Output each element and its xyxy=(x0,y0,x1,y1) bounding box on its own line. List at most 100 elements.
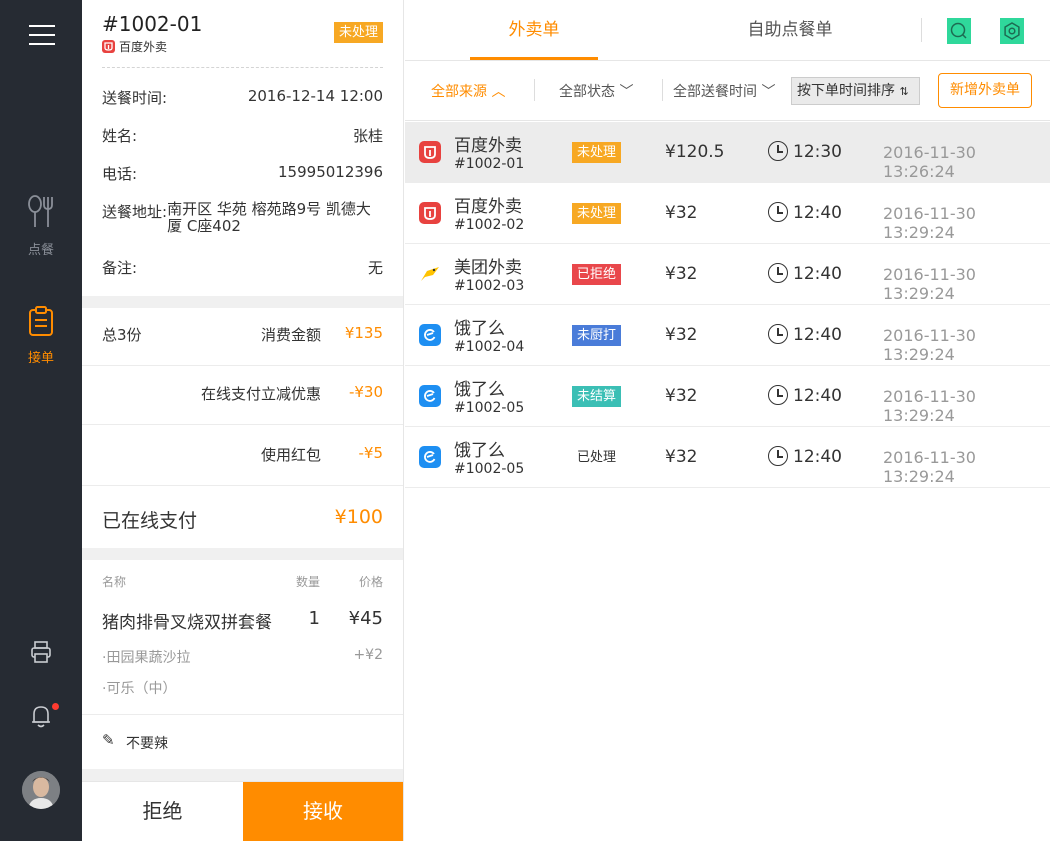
active-tab-indicator xyxy=(470,57,598,60)
delivery-time: 12:40 xyxy=(793,386,842,406)
order-price: ¥32 xyxy=(665,325,698,345)
sub-item-name: ·田园果蔬沙拉 xyxy=(102,650,191,666)
notification-dot xyxy=(52,703,59,710)
phone-label: 电话: xyxy=(102,165,138,183)
app: 点餐 接单 #1002-01 百度外卖 未处理 送餐时间: 2016-12-14… xyxy=(0,0,1050,841)
paid-amount: ¥100 xyxy=(334,506,383,528)
address-value: 南开区 华苑 榕苑路9号 凯德大厦 C座402 xyxy=(167,200,371,235)
eleme-logo-icon xyxy=(419,385,441,407)
baidu-waimai-logo-icon xyxy=(102,40,115,53)
sort-icon: ⇅ xyxy=(899,85,909,98)
status-badge: 未处理 xyxy=(572,142,622,163)
clock-icon xyxy=(768,446,788,466)
bell-icon[interactable] xyxy=(0,703,82,733)
total-label: 消费金额 xyxy=(260,326,321,344)
divider xyxy=(662,79,663,101)
name-label: 姓名: xyxy=(102,127,138,145)
items-header-name: 名称 xyxy=(102,575,127,589)
note-row: ✎ 不要辣 xyxy=(82,714,403,770)
status-badge: 已处理 xyxy=(577,450,617,465)
sub-item: ·可乐（中） xyxy=(102,678,383,698)
order-price: ¥32 xyxy=(665,203,698,223)
note-text: 不要辣 xyxy=(126,736,168,752)
discount-label: 在线支付立减优惠 xyxy=(200,385,321,403)
order-number: #1002-04 xyxy=(454,339,525,355)
order-price: ¥32 xyxy=(665,386,698,406)
baidu-logo-icon xyxy=(419,202,441,224)
order-row[interactable]: 饿了么 #1002-04 未厨打 ¥32 12:40 2016-11-30 13:29:2… xyxy=(405,305,1050,366)
clock-icon xyxy=(768,202,788,222)
sub-item-name: ·可乐（中） xyxy=(102,681,177,697)
search-icon[interactable] xyxy=(947,18,971,44)
accept-button[interactable]: 接收 xyxy=(243,782,403,841)
order-row[interactable]: 百度外卖 #1002-01 未处理 ¥120.5 12:30 2016-11-30 13:… xyxy=(405,122,1050,183)
time-filter-label: 全部送餐时间 xyxy=(673,84,757,100)
order-price: ¥32 xyxy=(665,264,698,284)
delivery-time-filter[interactable]: 全部送餐时间 ﹀ xyxy=(673,81,775,101)
printer-icon[interactable] xyxy=(0,640,82,668)
meituan-logo-icon xyxy=(419,263,441,285)
sort-label: 按下单时间排序 xyxy=(797,83,895,99)
delivery-time-row: 送餐时间: 2016-12-14 12:00 xyxy=(102,87,383,108)
order-row[interactable]: 美团外卖 #1002-03 已拒绝 ¥32 12:40 2016-11-30 13:29:… xyxy=(405,244,1050,305)
order-number: #1002-05 xyxy=(454,400,525,416)
clock-icon xyxy=(768,141,788,161)
order-item: 猪肉排骨叉烧双拼套餐 1 ¥45 xyxy=(102,608,383,633)
address-row: 送餐地址: 南开区 华苑 榕苑路9号 凯德大厦 C座402 xyxy=(102,201,383,235)
sub-item-price: +¥2 xyxy=(353,647,383,663)
order-created-time: 2016-11-30 13:29:24 xyxy=(883,265,976,303)
filter-bar: 全部来源 ︿ 全部状态 ﹀ 全部送餐时间 ﹀ 按下单时间排序 ⇅ 新增外卖单 xyxy=(405,61,1050,121)
item-qty: 1 xyxy=(308,608,320,629)
tab-delivery-orders[interactable]: 外卖单 xyxy=(470,0,598,61)
tab-self-service-orders[interactable]: 自助点餐单 xyxy=(725,0,855,61)
remark-label: 备注: xyxy=(102,259,138,277)
order-row[interactable]: 百度外卖 #1002-02 未处理 ¥32 12:40 2016-11-30 13:29:… xyxy=(405,183,1050,244)
delivery-time: 12:40 xyxy=(793,264,842,284)
name-value: 张桂 xyxy=(352,127,383,145)
status-filter[interactable]: 全部状态 ﹀ xyxy=(559,81,633,101)
avatar[interactable] xyxy=(22,771,60,809)
sort-dropdown[interactable]: 按下单时间排序 ⇅ xyxy=(791,77,920,105)
delivery-time: 12:30 xyxy=(793,142,842,162)
hamburger-menu-icon[interactable] xyxy=(29,25,55,47)
sidebar-item-label: 点餐 xyxy=(27,243,54,258)
divider xyxy=(82,548,403,560)
order-number: #1002-03 xyxy=(454,278,525,294)
clock-icon xyxy=(768,385,788,405)
order-source: 百度外卖 xyxy=(454,197,522,217)
sidebar-item-orders[interactable]: 接单 xyxy=(0,305,82,366)
total-row: 总3份 消费金额 ¥135 xyxy=(82,305,403,366)
order-created-time: 2016-11-30 13:29:24 xyxy=(883,204,976,242)
eleme-logo-icon xyxy=(419,446,441,468)
redpack-amount: -¥5 xyxy=(358,444,384,462)
items-header-qty: 数量 xyxy=(295,575,320,589)
redpack-row: 使用红包 -¥5 xyxy=(82,425,403,486)
order-created-time: 2016-11-30 13:29:24 xyxy=(883,448,976,486)
baidu-logo-icon xyxy=(419,141,441,163)
status-badge: 未厨打 xyxy=(572,325,622,346)
paid-row: 已在线支付 ¥100 xyxy=(82,488,403,548)
eleme-logo-icon xyxy=(419,324,441,346)
status-badge: 未处理 xyxy=(572,203,622,224)
order-detail-panel: #1002-01 百度外卖 未处理 送餐时间: 2016-12-14 12:00… xyxy=(82,0,404,841)
order-price: ¥32 xyxy=(665,447,698,467)
tab-bar: 外卖单 自助点餐单 xyxy=(405,0,1050,61)
chevron-down-icon: ﹀ xyxy=(619,84,634,100)
source-filter[interactable]: 全部来源 ︿ xyxy=(431,81,505,101)
discount-row: 在线支付立减优惠 -¥30 xyxy=(82,364,403,425)
order-number: #1002-05 xyxy=(454,461,525,477)
order-created-time: 2016-11-30 13:29:24 xyxy=(883,326,976,364)
order-row[interactable]: 饿了么 #1002-05 已处理 ¥32 12:40 2016-11-30 13:29:2… xyxy=(405,427,1050,488)
settings-gear-icon[interactable] xyxy=(1000,18,1024,44)
sidebar-item-dine[interactable]: 点餐 xyxy=(0,195,82,258)
order-row[interactable]: 饿了么 #1002-05 未结算 ¥32 12:40 2016-11-30 13:29:2… xyxy=(405,366,1050,427)
order-source: 饿了么 xyxy=(454,380,505,400)
action-buttons: 拒绝 接收 xyxy=(82,781,403,841)
reject-button[interactable]: 拒绝 xyxy=(82,782,243,841)
order-source: 美团外卖 xyxy=(454,258,522,278)
pencil-icon: ✎ xyxy=(102,731,115,749)
order-source: 饿了么 xyxy=(454,319,505,339)
sidebar: 点餐 接单 xyxy=(0,0,82,841)
add-delivery-order-button[interactable]: 新增外卖单 xyxy=(938,73,1032,108)
redpack-label: 使用红包 xyxy=(260,446,321,464)
